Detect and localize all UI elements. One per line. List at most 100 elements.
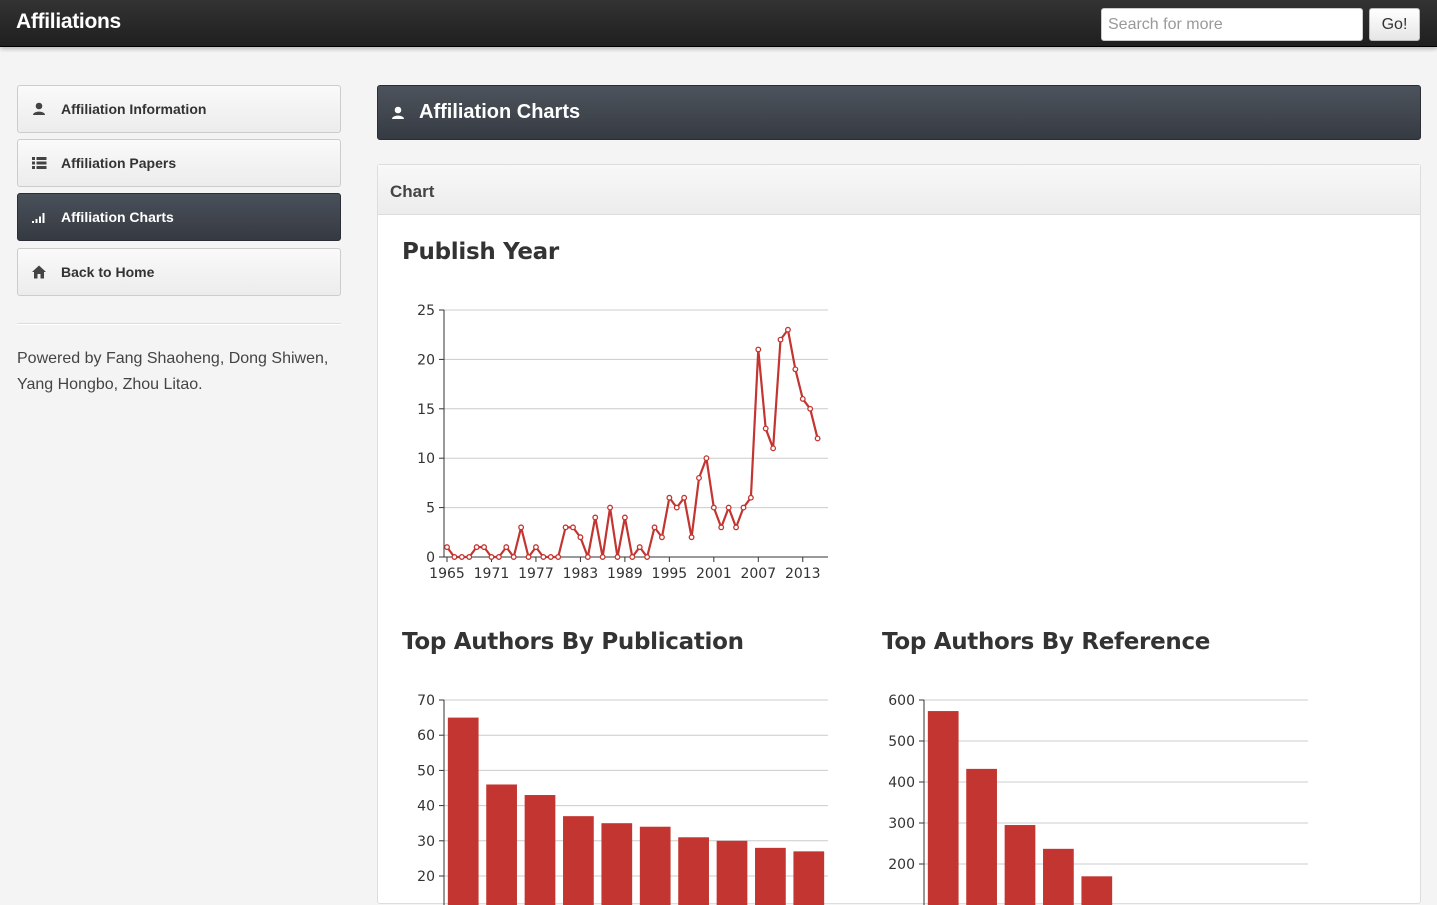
- x-tick-label: 2013: [785, 566, 821, 582]
- x-tick-label: 2007: [740, 566, 776, 582]
- data-point: [495, 554, 502, 560]
- data-point: [814, 435, 821, 442]
- data-point: [725, 504, 732, 511]
- data-point: [540, 554, 547, 560]
- data-point: [577, 534, 584, 541]
- data-point: [614, 554, 621, 560]
- data-point: [681, 494, 688, 501]
- x-tick-label: 1971: [474, 566, 510, 582]
- publish-year-chart: 0 5 10 15 20 25 1965 1971 1977 1983 1989 1995 2001 20…: [417, 303, 828, 582]
- y-tick-label: 30: [417, 834, 435, 850]
- data-point: [532, 544, 539, 551]
- data-point: [777, 336, 784, 343]
- bar: [524, 795, 556, 905]
- y-tick-label: 40: [417, 799, 435, 815]
- bar: [639, 826, 671, 905]
- data-point: [747, 494, 754, 501]
- data-point: [488, 554, 495, 560]
- data-point: [599, 554, 606, 560]
- bar: [1004, 825, 1036, 905]
- top-authors-reference-chart: 200 300 400 500 600: [888, 693, 1308, 905]
- signal-icon: [32, 213, 45, 223]
- bar: [563, 816, 594, 905]
- search-input[interactable]: [1101, 8, 1363, 41]
- y-tick-label: 300: [888, 816, 915, 832]
- data-point: [807, 405, 814, 412]
- data-point: [658, 534, 665, 541]
- sidebar-item-back-to-home[interactable]: Back to Home: [17, 248, 341, 296]
- y-tick-label: 20: [417, 352, 435, 368]
- top-navbar: Affiliations Go!: [0, 0, 1437, 47]
- data-point: [510, 554, 517, 560]
- sidebar-item-affiliation-information[interactable]: Affiliation Information: [17, 85, 341, 133]
- y-tick-label: 200: [888, 857, 915, 873]
- x-tick-label: 1983: [563, 566, 599, 582]
- y-tick-label: 10: [417, 451, 435, 467]
- bar: [755, 847, 786, 905]
- x-tick-label: 1989: [607, 566, 643, 582]
- series-line: [446, 328, 819, 559]
- bar: [793, 851, 825, 905]
- x-tick-label: 1977: [518, 566, 554, 582]
- credits-text: Powered by Fang Shaoheng, Dong Shiwen, Y…: [17, 350, 329, 393]
- data-point: [592, 514, 599, 521]
- data-point: [696, 475, 702, 481]
- y-tick-label: 5: [426, 501, 435, 517]
- data-point: [718, 524, 725, 531]
- data-point: [555, 554, 562, 560]
- data-point: [651, 524, 658, 531]
- y-tick-label: 15: [417, 402, 435, 418]
- data-point: [703, 455, 710, 462]
- panel-heading: Chart: [378, 165, 1420, 215]
- data-point: [466, 554, 473, 560]
- data-point: [503, 544, 510, 551]
- y-tick-label: 400: [888, 775, 915, 791]
- data-point: [444, 544, 450, 551]
- x-tick-label: 1995: [652, 566, 688, 582]
- data-point: [755, 346, 762, 353]
- home-icon: [32, 265, 46, 279]
- y-tick-label: 600: [888, 693, 915, 709]
- sidebar-item-label: Affiliation Papers: [61, 155, 177, 171]
- data-point: [784, 326, 791, 333]
- data-point: [481, 544, 488, 551]
- data-point: [792, 366, 799, 373]
- sidebar-item-label: Affiliation Information: [61, 101, 207, 117]
- go-button[interactable]: Go!: [1369, 8, 1420, 41]
- data-point: [518, 524, 525, 531]
- panel-title: Chart: [390, 182, 435, 201]
- y-tick-label: 70: [417, 693, 435, 709]
- y-tick-label: 0: [426, 550, 435, 566]
- y-tick-label: 500: [888, 734, 915, 750]
- data-point: [458, 554, 465, 560]
- sidebar-item-affiliation-charts[interactable]: Affiliation Charts: [17, 193, 341, 241]
- data-point: [799, 395, 806, 402]
- chart-panel: Chart Publish Year 0 5 10 15 20 25 1965 1971 197…: [377, 164, 1421, 905]
- data-point: [473, 544, 480, 551]
- y-tick-label: 20: [417, 869, 435, 885]
- data-point: [629, 554, 636, 560]
- brand-title[interactable]: Affiliations: [16, 10, 121, 34]
- sidebar-item-affiliation-papers[interactable]: Affiliation Papers: [17, 139, 341, 187]
- bar: [1081, 876, 1113, 905]
- x-tick-label: 2001: [696, 566, 732, 582]
- data-point: [636, 544, 643, 551]
- user-icon: [392, 106, 404, 119]
- data-point: [770, 445, 777, 452]
- bar: [716, 840, 748, 905]
- data-point: [710, 504, 717, 511]
- data-point: [570, 524, 576, 531]
- data-point: [621, 514, 628, 521]
- sidebar-item-label: Back to Home: [61, 264, 155, 280]
- user-icon: [33, 102, 45, 115]
- chart-title-top-authors-reference: Top Authors By Reference: [882, 629, 1211, 655]
- list-icon: [32, 157, 47, 169]
- sidebar-item-label: Affiliation Charts: [61, 209, 174, 225]
- top-authors-publication-chart: 20 30 40 50 60 70: [417, 693, 828, 905]
- data-point: [762, 425, 769, 432]
- bar: [1043, 848, 1074, 905]
- data-point: [740, 504, 747, 511]
- data-point: [688, 534, 695, 541]
- page-header: Affiliation Charts: [377, 85, 1421, 140]
- bar: [678, 837, 709, 905]
